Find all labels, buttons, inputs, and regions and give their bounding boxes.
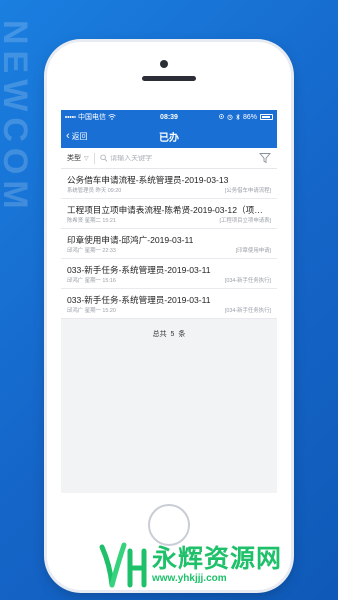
search-input[interactable]	[110, 154, 259, 162]
item-tag: [034-新手任务执行]	[224, 278, 271, 284]
item-tag: [印章使用申请]	[235, 248, 271, 254]
nav-bar: ‹ 返回 已办	[61, 124, 277, 148]
total-count: 总共 5 条	[61, 319, 277, 349]
item-title: 公务借车申请流程-系统管理员-2019-03-13	[67, 175, 229, 185]
search-box	[99, 154, 259, 162]
brand-url: www.yhkjjj.com	[152, 573, 227, 584]
brand-text: 永辉资源网 www.yhkjjj.com	[152, 545, 282, 585]
battery-icon	[260, 114, 273, 120]
item-time: 昨天 09:20	[95, 188, 122, 194]
type-dropdown[interactable]: 类型 ▽	[67, 153, 89, 163]
filter-bar: 类型 ▽	[61, 148, 277, 169]
brand-logo-icon	[99, 542, 147, 588]
watermark-text: NEWCOM	[0, 20, 34, 215]
item-meta: 陈希贤 星期二 15:21 [工程项目立项申请表]	[67, 217, 271, 225]
item-sender: 系统管理员	[67, 188, 94, 194]
item-title: 印章使用申请-邱鸿广-2019-03-11	[67, 235, 194, 245]
total-number: 5	[170, 331, 175, 338]
status-bar: 中国电信 08:39 86%	[61, 110, 277, 124]
item-meta: 邱鸿广 星期一 15:16 [034-新手任务执行]	[67, 277, 271, 285]
search-icon	[99, 154, 107, 162]
chevron-left-icon: ‹	[66, 129, 70, 142]
type-dropdown-label: 类型	[67, 155, 81, 162]
done-list: 公务借车申请流程-系统管理员-2019-03-13 系统管理员 昨天 09:20…	[61, 169, 277, 319]
app-screen: 中国电信 08:39 86% ‹ 返回 已办 类型 ▽ 请输入关键字 公务借车申…	[61, 110, 277, 493]
item-meta: 邱鸿广 星期一 22:33 [印章使用申请]	[67, 247, 271, 255]
list-item[interactable]: 033-新手任务-系统管理员-2019-03-11 邱鸿广 星期一 15:20 …	[61, 289, 277, 319]
brand-name: 永辉资源网	[152, 545, 283, 573]
page-title: 已办	[159, 132, 179, 144]
item-sender: 邱鸿广	[67, 278, 84, 284]
list-item[interactable]: 公务借车申请流程-系统管理员-2019-03-13 系统管理员 昨天 09:20…	[61, 169, 277, 199]
item-title: 工程项目立项申请表流程-陈希贤-2019-03-12（项目）	[67, 205, 271, 215]
total-label: 总共	[152, 331, 167, 338]
list-item[interactable]: 印章使用申请-邱鸿广-2019-03-11 邱鸿广 星期一 22:33 [印章使…	[61, 229, 277, 259]
filter-funnel-icon[interactable]	[259, 152, 271, 164]
total-unit: 条	[178, 331, 186, 338]
item-tag: [公务借车申请流程]	[224, 188, 271, 194]
item-time: 星期一 15:20	[84, 308, 116, 314]
item-tag: [工程项目立项申请表]	[219, 218, 271, 224]
chevron-down-icon: ▽	[84, 155, 89, 162]
item-sender: 陈希贤	[67, 218, 84, 224]
item-title: 033-新手任务-系统管理员-2019-03-11	[67, 295, 211, 305]
status-time: 08:39	[160, 113, 178, 121]
item-sender: 邱鸿广	[67, 248, 84, 254]
list-item[interactable]: 工程项目立项申请表流程-陈希贤-2019-03-12（项目） 陈希贤 星期二 1…	[61, 199, 277, 229]
earpiece-speaker	[142, 76, 196, 81]
phone-frame: 中国电信 08:39 86% ‹ 返回 已办 类型 ▽ 请输入关键字 公务借车申…	[47, 42, 291, 590]
item-time: 星期一 15:16	[84, 278, 116, 284]
front-camera	[160, 60, 168, 68]
item-meta: 邱鸿广 星期一 15:20 [034-新手任务执行]	[67, 307, 271, 315]
item-time: 星期二 15:21	[84, 218, 116, 224]
item-time: 星期一 22:33	[84, 248, 116, 254]
item-tag: [034-新手任务执行]	[224, 308, 271, 314]
back-button[interactable]: ‹ 返回	[66, 129, 88, 142]
brand-watermark: 永辉资源网 www.yhkjjj.com	[96, 541, 282, 589]
item-meta: 系统管理员 昨天 09:20 [公务借车申请流程]	[67, 187, 271, 195]
back-label: 返回	[71, 131, 88, 141]
item-title: 033-新手任务-系统管理员-2019-03-11	[67, 265, 211, 275]
filter-divider	[93, 152, 95, 164]
item-sender: 邱鸿广	[67, 308, 84, 314]
list-item[interactable]: 033-新手任务-系统管理员-2019-03-11 邱鸿广 星期一 15:16 …	[61, 259, 277, 289]
home-button[interactable]	[148, 504, 190, 546]
